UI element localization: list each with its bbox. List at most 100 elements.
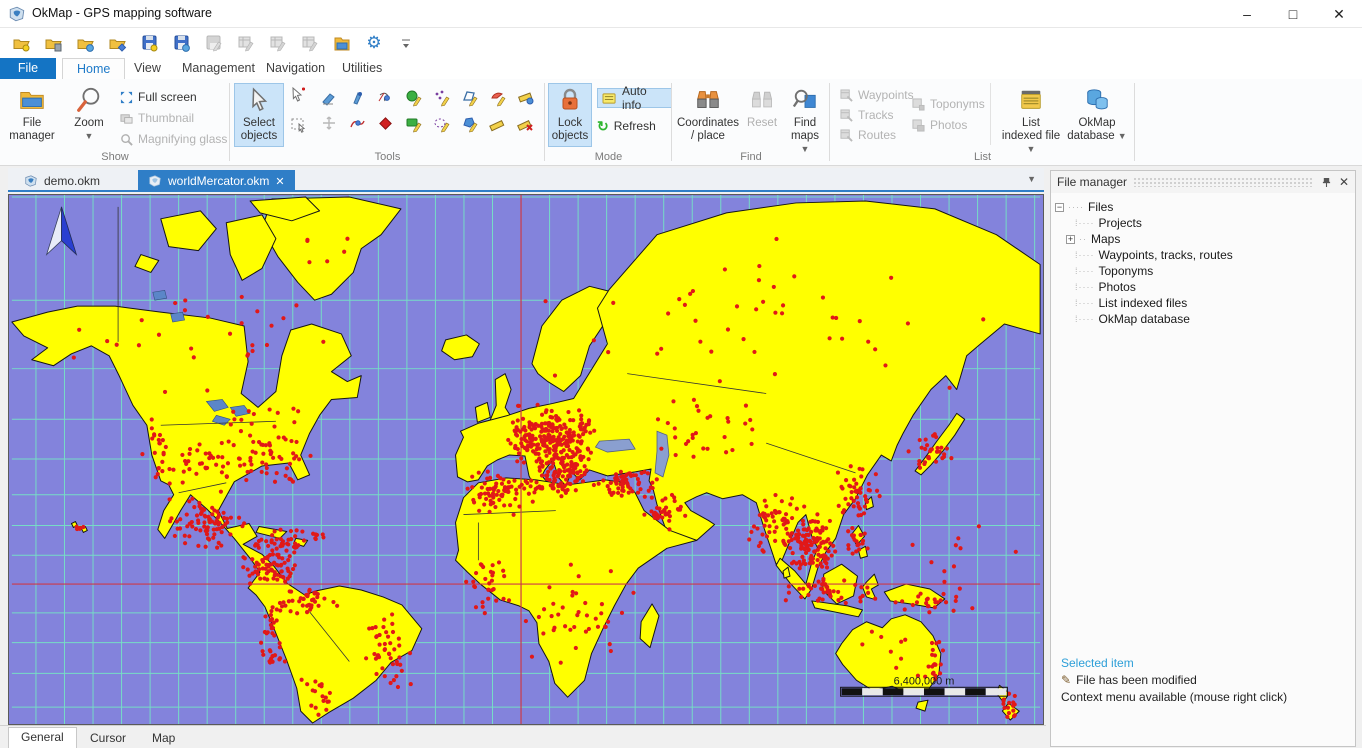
quick-access-toolbar: ⚙ — [0, 28, 1362, 58]
status-tab-map[interactable]: Map — [140, 729, 187, 748]
draw-waypoint-icon[interactable] — [347, 89, 369, 108]
open-computer-icon[interactable] — [42, 31, 66, 55]
coordinates-place-button[interactable]: Coordinates / place — [676, 83, 740, 147]
photos-list-icon — [912, 119, 925, 132]
tree-item-waypoints[interactable]: ⁞····Waypoints, tracks, routes — [1055, 247, 1233, 263]
doc-tab-worldmercator[interactable]: worldMercator.okm ✕ — [138, 170, 295, 192]
grid-disabled-1-icon[interactable] — [234, 31, 258, 55]
full-screen-button[interactable]: Full screen — [120, 87, 197, 107]
collapse-icon[interactable]: − — [1055, 203, 1064, 212]
maximize-button[interactable]: □ — [1270, 0, 1316, 28]
auto-info-button[interactable]: Auto info — [597, 88, 672, 108]
file-tree: −···· Files ⁞····Projects +·· Maps ⁞····… — [1055, 199, 1233, 327]
document-tab-bar: demo.okm worldMercator.okm ✕ ▼ — [8, 168, 1044, 192]
tab-list-chevron-icon[interactable]: ▼ — [1027, 174, 1036, 184]
open-web-icon[interactable] — [74, 31, 98, 55]
measure-area-icon[interactable] — [515, 89, 537, 108]
reset-button: Reset — [742, 83, 782, 147]
magnifying-glass-icon — [120, 133, 133, 146]
close-tab-icon[interactable]: ✕ — [275, 175, 284, 188]
panel-header: File manager ✕ — [1051, 171, 1355, 193]
tree-item-okmap-database[interactable]: ⁞····OkMap database — [1055, 311, 1233, 327]
window-title: OkMap - GPS mapping software — [32, 6, 212, 20]
tree-item-photos[interactable]: ⁞····Photos — [1055, 279, 1233, 295]
doc-tab-demo[interactable]: demo.okm — [14, 170, 110, 192]
toponyms-button: Toponyms — [912, 94, 985, 114]
okmap-database-button[interactable]: OkMap database ▼ — [1066, 83, 1128, 147]
draw-point-icon[interactable] — [375, 115, 397, 134]
chevron-down-icon: ▼ — [85, 131, 94, 141]
file-manager-button[interactable]: File manager — [4, 83, 60, 147]
draw-multipoint-icon[interactable] — [431, 89, 453, 108]
ribbon-group-list: Waypoints Tracks Routes Toponyms Photos … — [830, 79, 1135, 165]
minimize-button[interactable]: – — [1224, 0, 1270, 28]
selected-item-label: Selected item — [1061, 655, 1347, 672]
select-objects-button[interactable]: Select objects — [234, 83, 284, 147]
tree-item-projects[interactable]: ⁞····Projects — [1055, 215, 1233, 231]
tree-item-list-indexed[interactable]: ⁞····List indexed files — [1055, 295, 1233, 311]
panel-header-texture — [1133, 177, 1314, 187]
map-canvas[interactable]: 6,400,000 m — [8, 194, 1044, 725]
waypoints-button: Waypoints — [840, 85, 914, 105]
tree-item-maps[interactable]: +·· Maps — [1055, 231, 1233, 247]
modified-text: File has been modified — [1076, 673, 1197, 687]
save-project-icon[interactable] — [138, 31, 162, 55]
tree-item-toponyms[interactable]: ⁞····Toponyms — [1055, 263, 1233, 279]
overflow-icon[interactable] — [394, 31, 418, 55]
grid-disabled-3-icon[interactable] — [298, 31, 322, 55]
expand-icon[interactable]: + — [1066, 235, 1075, 244]
panel-info: Selected item ✎File has been modified Co… — [1061, 655, 1347, 706]
binoculars-disabled-icon — [743, 84, 781, 116]
tab-file[interactable]: File — [0, 58, 56, 79]
draw-eraser-icon[interactable] — [319, 89, 341, 108]
tab-home[interactable]: Home — [62, 58, 125, 79]
ribbon-group-mode: Lock objects Auto info ↻ Refresh Mode — [545, 79, 672, 165]
draw-ellipse-icon[interactable] — [431, 115, 453, 134]
lock-objects-button[interactable]: Lock objects — [548, 83, 592, 147]
full-screen-icon — [120, 91, 133, 104]
toponyms-list-icon — [912, 98, 925, 111]
folder-icon[interactable] — [330, 31, 354, 55]
routes-button: Routes — [840, 125, 896, 145]
draw-rectangle-icon[interactable] — [403, 115, 425, 134]
draw-circle-icon[interactable] — [403, 89, 425, 108]
draw-polygon-icon[interactable] — [459, 89, 481, 108]
select-rectangle-icon[interactable] — [288, 115, 310, 134]
draw-arc-icon[interactable] — [487, 89, 509, 108]
status-tab-general[interactable]: General — [8, 727, 77, 748]
edit-track-icon[interactable] — [347, 115, 369, 134]
split-track-icon[interactable] — [375, 89, 397, 108]
tab-navigation[interactable]: Navigation — [252, 58, 339, 79]
tab-view[interactable]: View — [120, 58, 175, 79]
pin-icon[interactable] — [1322, 177, 1331, 188]
find-maps-icon — [785, 84, 825, 116]
settings-gear-icon[interactable]: ⚙ — [362, 31, 386, 55]
move-point-icon[interactable] — [319, 115, 341, 134]
open-vector-icon[interactable] — [106, 31, 130, 55]
select-add-icon[interactable] — [288, 85, 310, 104]
tree-item-files[interactable]: −···· Files — [1055, 199, 1233, 215]
panel-close-icon[interactable]: ✕ — [1339, 175, 1349, 189]
ribbon-group-tools: Select objects Tools — [230, 79, 545, 165]
tab-utilities[interactable]: Utilities — [328, 58, 396, 79]
okmap-logo-icon — [8, 5, 26, 23]
grid-disabled-2-icon[interactable] — [266, 31, 290, 55]
measure-ruler-icon[interactable] — [487, 115, 509, 134]
pencil-icon: ✎ — [1061, 673, 1071, 687]
close-button[interactable]: ✕ — [1316, 0, 1362, 28]
ribbon-group-show: File manager Zoom▼ Full screen Thumbnail… — [0, 79, 230, 165]
open-project-icon[interactable] — [10, 31, 34, 55]
save-web-icon[interactable] — [170, 31, 194, 55]
refresh-button[interactable]: ↻ Refresh — [597, 116, 656, 136]
draw-shape-icon[interactable] — [459, 115, 481, 134]
zoom-button[interactable]: Zoom▼ — [64, 83, 114, 147]
list-indexed-file-button[interactable]: List indexed file ▼ — [1000, 83, 1062, 147]
ribbon: File manager Zoom▼ Full screen Thumbnail… — [0, 79, 1362, 166]
save-disabled-icon[interactable] — [202, 31, 226, 55]
find-maps-button[interactable]: Find maps ▼ — [784, 83, 826, 147]
binoculars-icon — [677, 84, 739, 116]
chevron-down-icon: ▼ — [1118, 131, 1127, 141]
measure-delete-icon[interactable] — [515, 115, 537, 134]
status-tab-cursor[interactable]: Cursor — [78, 729, 138, 748]
thumbnail-button: Thumbnail — [120, 108, 194, 128]
